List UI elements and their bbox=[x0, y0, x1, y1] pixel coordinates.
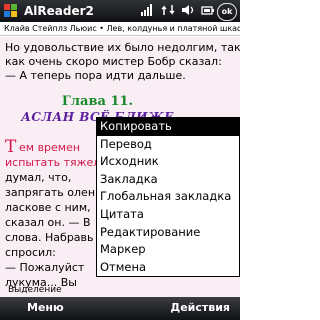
menu-softkey[interactable]: Меню bbox=[27, 301, 64, 314]
menu-item-copy[interactable]: Копировать bbox=[97, 118, 239, 136]
menu-item-edit[interactable]: Редактирование bbox=[97, 224, 239, 242]
text-line-highlighted: ем времен bbox=[19, 141, 81, 154]
actions-softkey[interactable]: Действия bbox=[170, 301, 230, 314]
network-icon[interactable] bbox=[161, 3, 175, 21]
text-line-highlighted: испытать тяжел bbox=[5, 156, 101, 169]
logo-green-quadrant bbox=[11, 4, 17, 10]
title-bar: AlReader2 ok bbox=[0, 0, 240, 22]
text-line: Но удовольствие их было недолгим, так bbox=[5, 41, 241, 54]
text-line: запрягать олен bbox=[5, 186, 96, 199]
text-line: как очень скоро мистер Бобр сказал: bbox=[5, 55, 222, 68]
menu-item-bookmark[interactable]: Закладка bbox=[97, 171, 239, 189]
text-line: — Пожалуйст bbox=[5, 261, 85, 274]
signal-icon[interactable] bbox=[140, 3, 154, 21]
menu-item-global-bookmark[interactable]: Глобальная закладка bbox=[97, 188, 239, 206]
logo-red-quadrant bbox=[4, 4, 10, 10]
menu-item-marker[interactable]: Маркер bbox=[97, 241, 239, 259]
menu-item-cancel[interactable]: Отмена bbox=[97, 259, 239, 277]
selection-status: Выделение bbox=[8, 285, 62, 295]
context-menu: Копировать Перевод Исходник Закладка Гло… bbox=[96, 117, 240, 277]
text-line: слова. Набравь bbox=[5, 231, 94, 244]
app-title: AlReader2 bbox=[24, 4, 94, 18]
ok-button[interactable]: ok bbox=[217, 3, 237, 21]
text-line: спросил: bbox=[5, 246, 56, 259]
book-header: Клайв Стейплз Льюис • Лев, колдунья и пл… bbox=[0, 22, 240, 36]
text-line: сказал он. — В bbox=[5, 216, 91, 229]
text-line: ласкове с ним, bbox=[5, 201, 91, 214]
logo-blue-quadrant bbox=[4, 11, 10, 17]
softkey-bar: Меню Действия bbox=[0, 297, 240, 320]
volume-icon[interactable] bbox=[181, 3, 195, 21]
menu-item-source[interactable]: Исходник bbox=[97, 153, 239, 171]
menu-item-quote[interactable]: Цитата bbox=[97, 206, 239, 224]
windows-start-icon[interactable] bbox=[4, 4, 18, 18]
logo-yellow-quadrant bbox=[11, 11, 17, 17]
drop-cap: Т bbox=[5, 137, 17, 157]
chapter-number: Глава 11. bbox=[61, 94, 134, 109]
menu-item-translate[interactable]: Перевод bbox=[97, 136, 239, 154]
text-line: думал, что, bbox=[5, 171, 72, 184]
text-line: — А теперь пора идти дальше. bbox=[5, 69, 186, 82]
battery-icon[interactable] bbox=[201, 3, 215, 21]
